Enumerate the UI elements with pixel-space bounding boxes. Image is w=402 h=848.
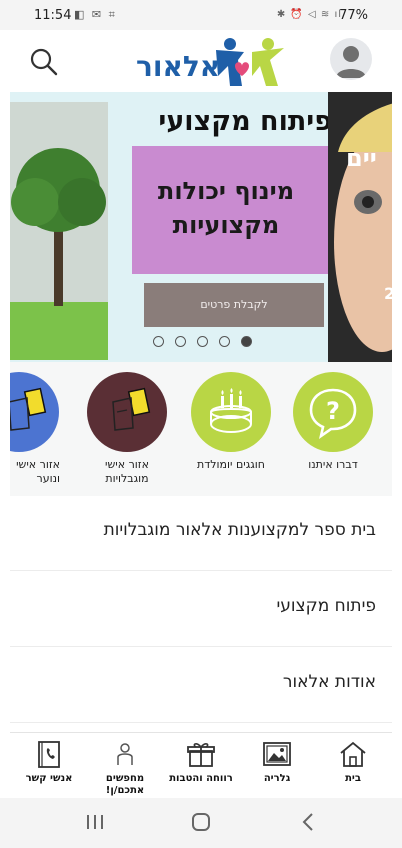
- app-header: אלאור: [10, 30, 392, 92]
- hero-carousel[interactable]: פיתוח מקצועי מינוף יכולות מקצועיות לקבלת…: [10, 92, 392, 362]
- category-label-line-1: אזור אישי: [105, 458, 149, 471]
- nav-label: בית: [345, 773, 361, 784]
- carousel-dot[interactable]: [153, 336, 164, 347]
- card-reader-icon: [10, 387, 47, 431]
- gallery-icon: [263, 742, 291, 766]
- carousel-dot[interactable]: [175, 336, 186, 347]
- phone-book-icon: [38, 741, 60, 768]
- tree-image: [10, 102, 108, 360]
- back-icon[interactable]: [294, 810, 324, 834]
- status-bar: 11:54 ◧ ✉ ⌗ ✱ ⏰ ◁ ≋ ıl 77%: [0, 0, 402, 30]
- system-status-icons: ✱ ⏰ ◁ ≋ ıl: [276, 9, 342, 20]
- home-button-icon[interactable]: [186, 810, 216, 834]
- svg-text:?: ?: [326, 397, 340, 425]
- bottom-navigation: בית גלריה רווחה והטבות מחפשים אתכם/ן! אנ…: [10, 732, 392, 799]
- search-button[interactable]: [28, 46, 60, 78]
- carousel-title: פיתוח מקצועי: [158, 106, 332, 137]
- nav-label: אנשי קשר: [25, 773, 73, 784]
- category-circle: [87, 372, 167, 452]
- card-reader-icon: [112, 387, 151, 431]
- highlight-line-2: מקצועיות: [172, 211, 280, 239]
- question-bubble-icon: ?: [309, 388, 357, 439]
- carousel-highlight-box: מינוף יכולות מקצועיות: [132, 146, 328, 274]
- nav-label: גלריה: [263, 773, 291, 784]
- carousel-dot[interactable]: [197, 336, 208, 347]
- carousel-indicators: [153, 336, 263, 350]
- home-icon: [340, 741, 366, 767]
- next-slide-text: יים: [346, 144, 377, 172]
- notification-icons: ◧ ✉ ⌗: [74, 8, 117, 21]
- next-slide-number: 2: [384, 284, 392, 303]
- menu-item-label: אודות אלאור: [282, 672, 376, 692]
- menu-item-label: פיתוח מקצועי: [276, 596, 376, 616]
- recent-apps-icon[interactable]: [80, 810, 110, 834]
- birthday-cake-icon: [210, 388, 252, 433]
- category-circle: [10, 372, 59, 452]
- category-birthdays[interactable]: חוגגים יומולדת: [186, 372, 276, 492]
- nav-we-are-looking-for-you[interactable]: מחפשים אתכם/ן!: [90, 737, 160, 799]
- category-circle: ?: [293, 372, 373, 452]
- nav-contacts[interactable]: אנשי קשר: [14, 737, 84, 799]
- menu-item[interactable]: פיתוח מקצועי: [10, 572, 392, 647]
- nav-home[interactable]: בית: [318, 737, 388, 799]
- person-search-icon: [117, 743, 133, 765]
- nav-label-line-2: אתכם/ן!: [105, 785, 145, 796]
- user-avatar-button[interactable]: [330, 38, 372, 80]
- battery-level: 77%: [339, 8, 368, 23]
- nav-gallery[interactable]: גלריה: [242, 737, 312, 799]
- search-icon: [30, 48, 58, 76]
- category-label: חוגגים יומולדת: [197, 458, 265, 471]
- nav-label: רווחה והטבות: [169, 773, 233, 784]
- status-time: 11:54: [34, 8, 72, 23]
- category-label-line-2: ונוער: [36, 472, 61, 485]
- category-label: אזור אישי מוגבלויות: [82, 458, 172, 486]
- next-slide-preview[interactable]: יים 2: [328, 92, 392, 362]
- category-label-line-2: מוגבלויות: [105, 472, 149, 485]
- nav-welfare[interactable]: רווחה והטבות: [166, 737, 236, 799]
- menu-item[interactable]: אודות אלאור: [10, 648, 392, 723]
- category-personal-area-disabilities[interactable]: אזור אישי מוגבלויות: [82, 372, 172, 492]
- details-button[interactable]: לקבלת פרטים: [144, 283, 324, 327]
- category-contact-us[interactable]: ? דברו איתנו: [288, 372, 378, 492]
- carousel-dot[interactable]: [219, 336, 230, 347]
- main-menu-list: בית ספר למקצוענות אלאור מוגבלויות פיתוח …: [10, 496, 392, 730]
- user-icon: [336, 46, 366, 78]
- menu-item-label: בית ספר למקצוענות אלאור מוגבלויות: [103, 520, 376, 540]
- carousel-dot-active[interactable]: [241, 336, 252, 347]
- app-logo: אלאור: [128, 36, 288, 88]
- gift-icon: [187, 743, 215, 767]
- nav-label: מחפשים אתכם/ן!: [90, 773, 160, 797]
- menu-item[interactable]: בית ספר למקצוענות אלאור מוגבלויות: [10, 496, 392, 571]
- child-photo: [328, 92, 392, 362]
- nav-label-line-1: מחפשים: [105, 773, 145, 784]
- system-navigation-bar: [0, 798, 402, 848]
- category-label: דברו איתנו: [308, 458, 358, 471]
- carousel-highlight-text: מינוף יכולות מקצועיות: [136, 174, 316, 242]
- category-circle: [191, 372, 271, 452]
- category-label: אזור אישי ונוער: [10, 458, 64, 486]
- logo-figures-icon: [216, 38, 284, 86]
- highlight-line-1: מינוף יכולות: [157, 177, 295, 205]
- category-personal-area-youth[interactable]: אזור אישי ונוער: [10, 372, 64, 492]
- category-shortcuts: ? דברו איתנו חוגגים יומולדת אזור אישי מו…: [10, 362, 392, 496]
- category-label-line-1: אזור אישי: [16, 458, 60, 471]
